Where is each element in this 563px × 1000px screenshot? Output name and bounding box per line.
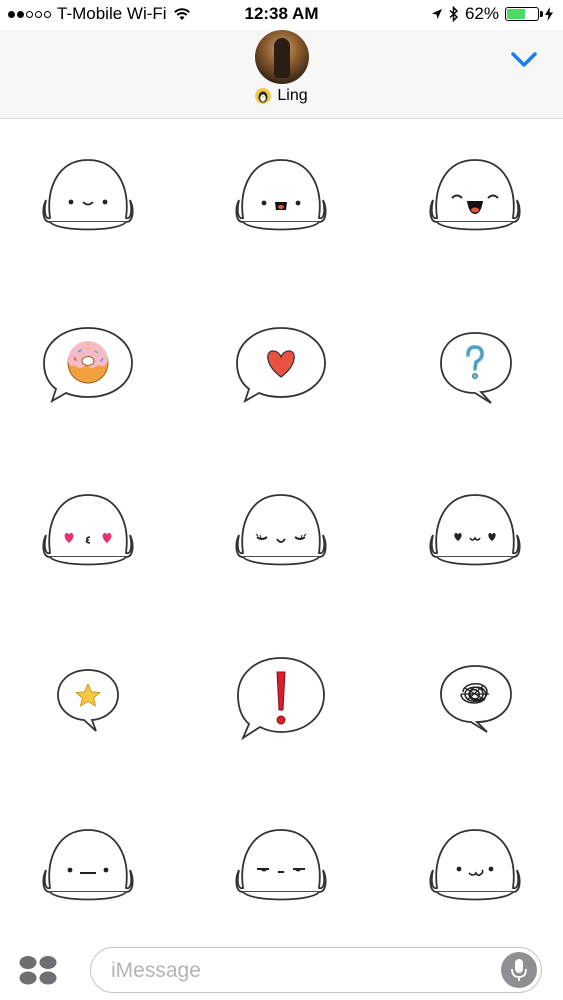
message-field[interactable]: [90, 947, 542, 993]
battery-icon: [505, 7, 543, 21]
app-drawer-button[interactable]: [18, 954, 58, 986]
status-bar: T-Mobile Wi-Fi 12:38 AM 62%: [0, 0, 563, 30]
sticker-blob-smirk[interactable]: [415, 818, 535, 918]
sticker-bubble-exclamation[interactable]: [221, 648, 341, 748]
conversation-header: Ling: [0, 30, 563, 119]
sticker-blob-laugh[interactable]: [415, 148, 535, 248]
sticker-blob-heart-eyes-kiss[interactable]: [28, 483, 148, 583]
app-drawer-icon: [19, 956, 57, 985]
sticker-bubble-heart[interactable]: [221, 313, 341, 413]
sticker-grid: [0, 118, 563, 940]
sticker-blob-content[interactable]: [221, 483, 341, 583]
location-arrow-icon: [431, 9, 442, 19]
sticker-blob-neutral[interactable]: [28, 818, 148, 918]
battery-percent: 62%: [464, 4, 499, 23]
contact-name: Ling: [277, 87, 308, 104]
bluetooth-icon: [449, 6, 459, 22]
microphone-icon: [511, 959, 527, 981]
dictation-button[interactable]: [501, 952, 537, 988]
chevron-down-icon: [511, 52, 537, 67]
penguin-app-icon: [255, 88, 272, 104]
collapse-button[interactable]: [507, 46, 541, 72]
sticker-blob-unimpressed[interactable]: [221, 818, 341, 918]
status-right: 62%: [431, 4, 553, 24]
contact-row[interactable]: Ling: [0, 87, 563, 105]
sticker-blob-heart-eyes[interactable]: [415, 483, 535, 583]
sticker-blob-smile[interactable]: [28, 148, 148, 248]
battery-fill: [507, 9, 525, 19]
sticker-bubble-scribble[interactable]: [415, 648, 535, 748]
contact-avatar[interactable]: [255, 30, 309, 84]
sticker-blob-open-mouth[interactable]: [221, 148, 341, 248]
sticker-bubble-star[interactable]: [28, 648, 148, 748]
bolt-icon: [545, 7, 553, 21]
composer-bar: [0, 940, 563, 1000]
sticker-bubble-question[interactable]: [415, 313, 535, 413]
message-input[interactable]: [109, 948, 493, 993]
sticker-bubble-donut[interactable]: [28, 313, 148, 413]
